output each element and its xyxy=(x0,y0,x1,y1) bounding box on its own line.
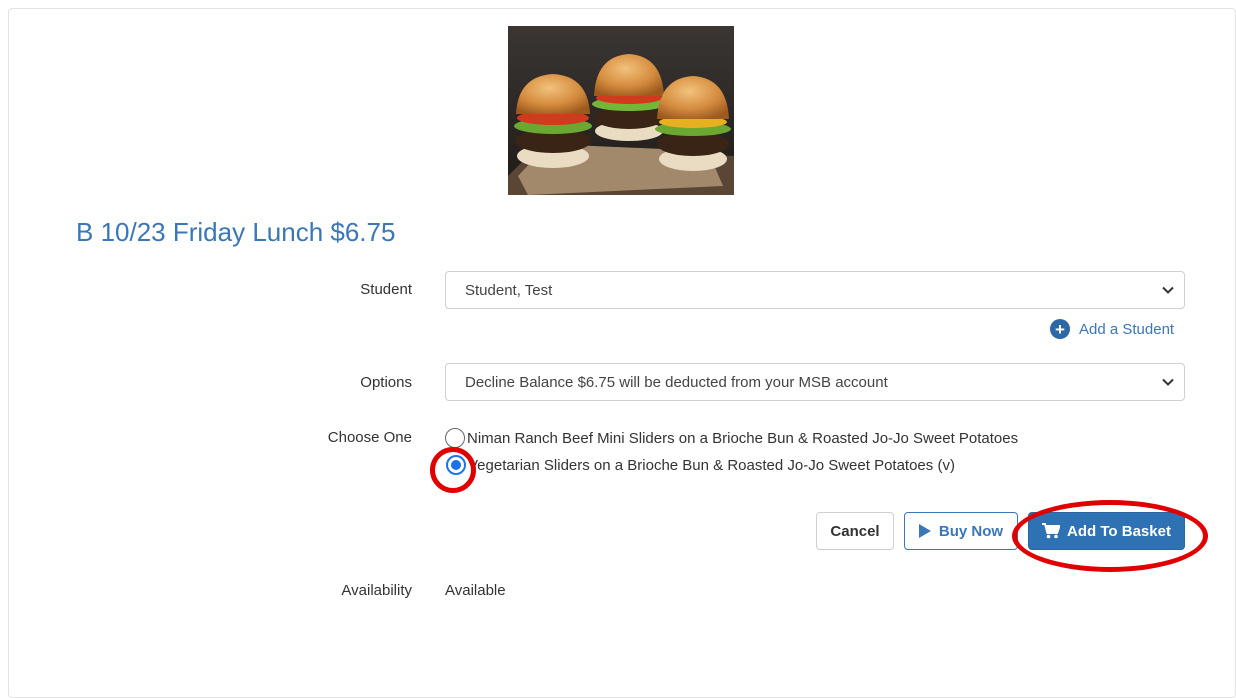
chevron-down-icon xyxy=(1162,286,1174,294)
cancel-button[interactable]: Cancel xyxy=(816,512,894,550)
add-student-link[interactable]: + Add a Student xyxy=(1050,319,1174,339)
shopping-cart-icon xyxy=(1042,523,1061,539)
student-select[interactable]: Student, Test xyxy=(445,271,1185,309)
buy-now-button[interactable]: Buy Now xyxy=(904,512,1018,550)
radio-button-selected[interactable] xyxy=(446,455,466,475)
options-select[interactable]: Decline Balance $6.75 will be deducted f… xyxy=(445,363,1185,401)
product-image xyxy=(508,26,734,195)
choice-option-label: Vegetarian Sliders on a Brioche Bun & Ro… xyxy=(468,456,955,474)
add-to-basket-button[interactable]: Add To Basket xyxy=(1028,512,1185,550)
student-label: Student xyxy=(360,281,412,298)
buy-now-label: Buy Now xyxy=(938,522,1004,540)
choice-option-2[interactable]: Vegetarian Sliders on a Brioche Bun & Ro… xyxy=(445,455,955,475)
student-select-value: Student, Test xyxy=(465,281,553,299)
add-student-label: Add a Student xyxy=(1079,320,1175,338)
chevron-down-icon xyxy=(1162,378,1174,386)
choice-option-1[interactable]: Niman Ranch Beef Mini Sliders on a Brioc… xyxy=(445,428,1018,448)
product-title: B 10/23 Friday Lunch $6.75 xyxy=(76,217,396,247)
availability-value: Available xyxy=(445,582,506,599)
choice-option-label: Niman Ranch Beef Mini Sliders on a Brioc… xyxy=(467,429,1019,447)
choose-one-label: Choose One xyxy=(327,429,412,446)
radio-button[interactable] xyxy=(445,428,465,448)
plus-circle-icon: + xyxy=(1050,319,1070,339)
options-label: Options xyxy=(360,374,412,391)
availability-label: Availability xyxy=(341,582,412,599)
add-to-basket-label: Add To Basket xyxy=(1067,522,1171,540)
play-icon xyxy=(918,524,931,538)
options-select-value: Decline Balance $6.75 will be deducted f… xyxy=(465,373,888,391)
